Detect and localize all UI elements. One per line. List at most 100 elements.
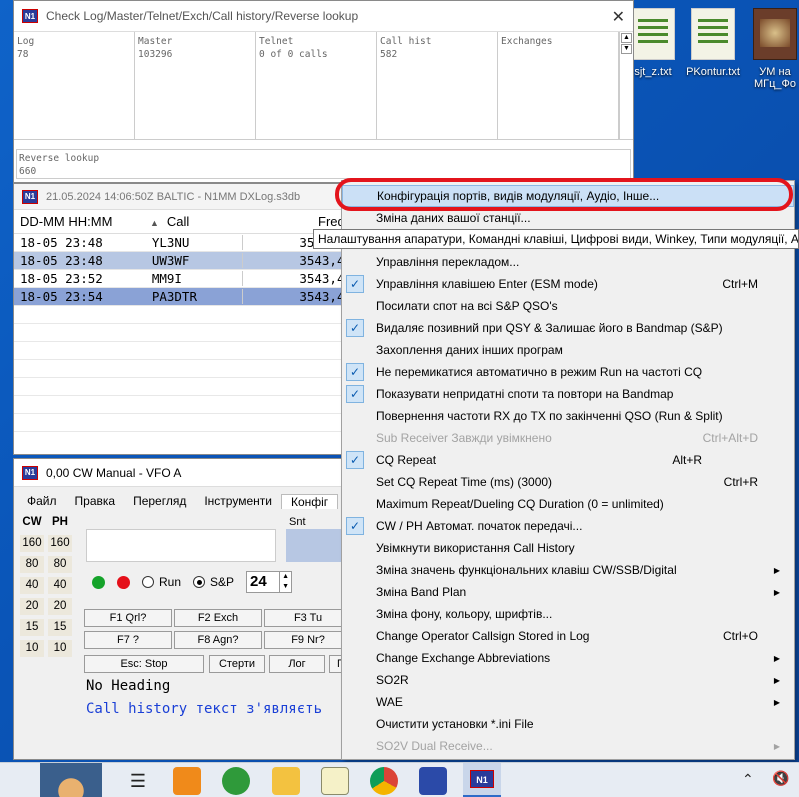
checklog-cell-callhist[interactable]: Call hist 582 [377, 32, 498, 139]
log-button[interactable]: Лог [269, 655, 325, 673]
wipe-button[interactable]: Стерти [209, 655, 265, 673]
menu-view[interactable]: Перегляд [124, 494, 195, 508]
menu-item-call-history[interactable]: Увімкнути використання Call History [342, 537, 794, 559]
band-button[interactable]: 20 [20, 598, 44, 615]
menu-item-label: Зміна значень функціональних клавіш CW/S… [376, 563, 677, 577]
menu-item-translation[interactable]: Управління перекладом... [342, 251, 794, 273]
menu-item-fonts-colors[interactable]: Зміна фону, кольору, шрифтів... [342, 603, 794, 625]
band-button[interactable]: 160 [48, 535, 72, 552]
menu-item-show-dupes[interactable]: ✓ Показувати непридатні споти та повтори… [342, 383, 794, 405]
exchanges-scrollbar[interactable]: ▲ ▼ [619, 32, 633, 139]
file-explorer-icon[interactable] [272, 767, 300, 795]
chrome-icon[interactable] [370, 767, 398, 795]
chevron-up-icon[interactable]: ⌃ [742, 771, 754, 788]
menu-item-esm-mode[interactable]: ✓ Управління клавішею Enter (ESM mode) C… [342, 273, 794, 295]
log-row[interactable]: 18-05 23:48 YL3NU 3543,44 [14, 234, 352, 252]
annotation-highlight-ring [335, 178, 793, 211]
f8-button[interactable]: F8 Agn? [174, 631, 262, 649]
desktop-file-icon[interactable]: УМ на МГц_Фо [745, 8, 799, 90]
reverse-lookup-panel[interactable]: Reverse lookup 660 [16, 149, 631, 179]
scroll-up-icon[interactable]: ▲ [621, 33, 632, 43]
cell-label: Call hist [380, 36, 432, 47]
cw-header: CW [22, 516, 42, 528]
stepper-arrows[interactable]: ▲ ▼ [279, 572, 291, 592]
menu-item-auto-tx[interactable]: ✓ CW / PH Автомат. початок передачі... [342, 515, 794, 537]
log-row[interactable]: 18-05 23:52 MM9I 3543,44 [14, 270, 352, 288]
sp-radio[interactable] [193, 576, 206, 588]
menu-item-label: Управління клавішею Enter (ESM mode) [376, 277, 598, 291]
menu-item-so2r[interactable]: SO2R ▶ [342, 669, 794, 691]
band-button[interactable]: 15 [20, 619, 44, 636]
column-header-date[interactable]: DD-MM HH:MM [14, 214, 150, 229]
menu-item-wae[interactable]: WAE ▶ [342, 691, 794, 713]
f2-button[interactable]: F2 Exch [174, 609, 262, 627]
menu-item-qsy-wipe[interactable]: ✓ Видаляє позивний при QSY & Залишає йог… [342, 317, 794, 339]
close-icon[interactable]: ✕ [612, 7, 625, 27]
menu-item-spot-all-sp[interactable]: Посилати спот на всі S&P QSO's [342, 295, 794, 317]
menu-item-rx-return[interactable]: Повернення частоти RX до TX по закінченн… [342, 405, 794, 427]
menu-item-exchange-abbr[interactable]: Change Exchange Abbreviations ▶ [342, 647, 794, 669]
menu-item-clear-ini[interactable]: Очистити установки *.ini File [342, 713, 794, 735]
clock-app-icon[interactable] [222, 767, 250, 795]
checklog-titlebar[interactable]: N1 Check Log/Master/Telnet/Exch/Call his… [14, 1, 633, 32]
menu-config[interactable]: Конфіг [280, 493, 339, 509]
band-button[interactable]: 20 [48, 598, 72, 615]
menu-edit[interactable]: Правка [66, 494, 125, 508]
checklog-cell-master[interactable]: Master 103296 [135, 32, 256, 139]
submenu-arrow-icon: ▶ [773, 675, 780, 685]
volume-icon[interactable]: 🔇 [772, 770, 789, 787]
band-button[interactable]: 160 [20, 535, 44, 552]
n1mm-taskbar-button[interactable]: N1 [463, 763, 501, 797]
f7-button[interactable]: F7 ? [84, 631, 172, 649]
menu-item-no-auto-run[interactable]: ✓ Не перемикатися автоматично в режим Ru… [342, 361, 794, 383]
scroll-down-icon[interactable]: ▼ [621, 44, 632, 54]
column-header-freq[interactable]: Freq [254, 214, 352, 229]
esc-stop-button[interactable]: Esc: Stop [84, 655, 204, 673]
checklog-cell-log[interactable]: Log 78 [14, 32, 135, 139]
menu-tools[interactable]: Інструменти [195, 494, 281, 508]
f3-button[interactable]: F3 Tu [264, 609, 352, 627]
menu-item-label: WAE [376, 695, 403, 709]
menu-item-label: Change Operator Callsign Stored in Log [376, 629, 590, 643]
menu-item-capture-data[interactable]: Захоплення даних інших програм [342, 339, 794, 361]
entry-titlebar[interactable]: N1 0,00 CW Manual - VFO A [14, 459, 352, 487]
band-button[interactable]: 15 [48, 619, 72, 636]
log-titlebar[interactable]: N1 21.05.2024 14:06:50Z BALTIC - N1MM DX… [14, 184, 352, 210]
checklog-cell-exchanges[interactable]: Exchanges [498, 32, 619, 139]
entry-window: N1 0,00 CW Manual - VFO A Файл Правка Пе… [13, 458, 353, 760]
desktop-file-icon[interactable]: PKontur.txt [680, 8, 746, 78]
notepad-icon[interactable] [321, 767, 349, 795]
menu-item-max-repeat[interactable]: Maximum Repeat/Dueling CQ Duration (0 = … [342, 493, 794, 515]
network-app-icon[interactable] [173, 767, 201, 795]
f1-button[interactable]: F1 Qrl? [84, 609, 172, 627]
band-button[interactable]: 40 [20, 577, 44, 594]
band-button[interactable]: 80 [20, 556, 44, 573]
checklog-cell-telnet[interactable]: Telnet 0 of 0 calls [256, 32, 377, 139]
log-row[interactable]: 18-05 23:48 UW3WF 3543,44 [14, 252, 352, 270]
band-button[interactable]: 40 [48, 577, 72, 594]
snt-input[interactable] [286, 529, 346, 562]
menu-file[interactable]: Файл [18, 494, 66, 508]
speed-stepper[interactable]: 24 ▲ ▼ [246, 571, 293, 593]
column-header-call[interactable]: ▲ Call [150, 214, 254, 229]
log-row-selected[interactable]: 18-05 23:54 PA3DTR 3543,44 [14, 288, 352, 306]
menu-item-so2v: SO2V Dual Receive... ▶ [342, 735, 794, 757]
f9-button[interactable]: F9 Nr? [264, 631, 352, 649]
run-radio[interactable] [142, 576, 154, 588]
callsign-input[interactable] [86, 529, 276, 562]
menu-item-operator-callsign[interactable]: Change Operator Callsign Stored in Log C… [342, 625, 794, 647]
menu-item-band-plan[interactable]: Зміна Band Plan ▶ [342, 581, 794, 603]
search-avatar-icon[interactable] [40, 763, 102, 797]
save-disk-icon[interactable] [419, 767, 447, 795]
menu-item-function-keys[interactable]: Зміна значень функціональних клавіш CW/S… [342, 559, 794, 581]
log-empty-area[interactable] [14, 306, 352, 432]
checklog-grid: Log 78 Master 103296 Telnet 0 of 0 calls… [14, 32, 633, 140]
band-button[interactable]: 10 [48, 640, 72, 657]
band-button[interactable]: 80 [48, 556, 72, 573]
task-view-icon[interactable]: ☰ [124, 767, 152, 795]
menu-item-cq-repeat-time[interactable]: Set CQ Repeat Time (ms) (3000) Ctrl+R [342, 471, 794, 493]
menu-item-cq-repeat[interactable]: ✓ CQ Repeat Alt+R [342, 449, 794, 471]
band-button[interactable]: 10 [20, 640, 44, 657]
text-file-icon [631, 8, 675, 60]
menu-item-label: Sub Receiver Завжди увімкнено [376, 431, 552, 445]
